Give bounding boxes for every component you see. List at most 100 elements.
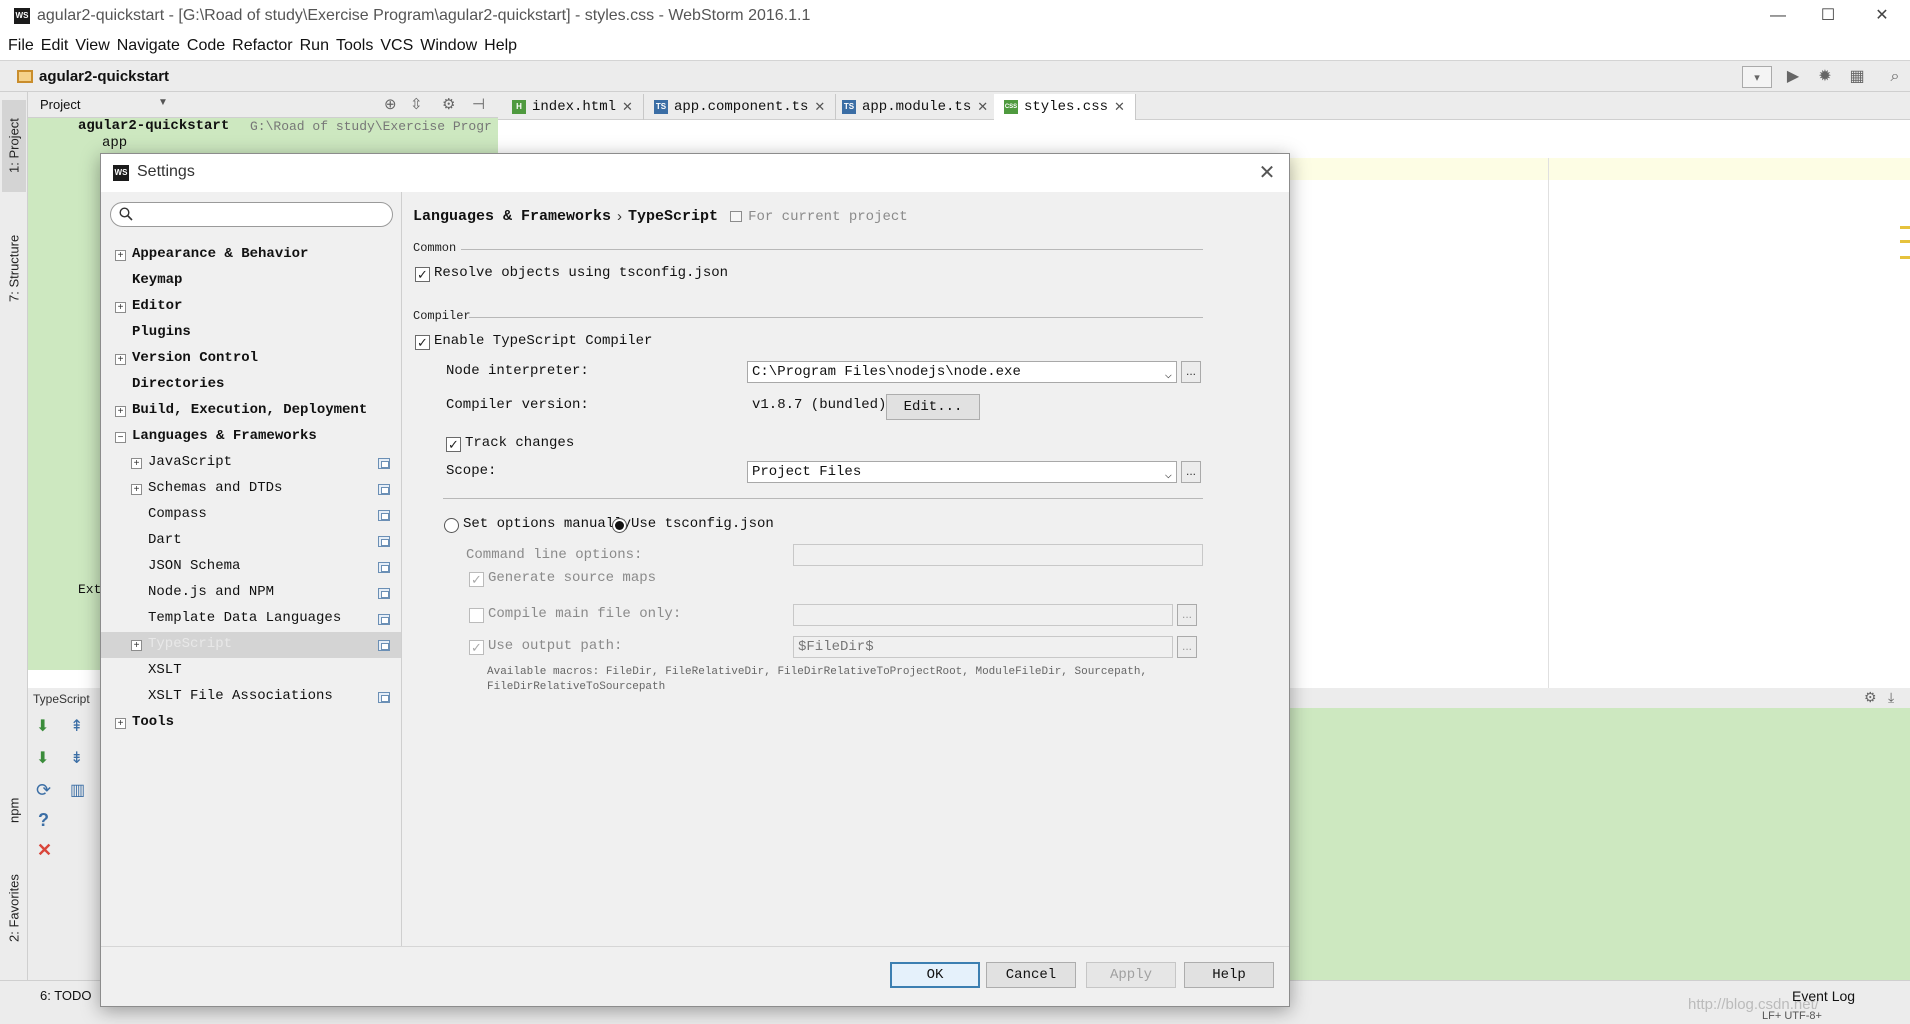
close-icon[interactable]: ✕: [1114, 95, 1125, 119]
hide-icon[interactable]: ⊣: [472, 95, 485, 113]
tree-expander-icon[interactable]: +: [115, 354, 126, 365]
line-separator-encoding[interactable]: LF+ UTF-8+: [1762, 1010, 1822, 1022]
debug-icon[interactable]: ✹: [1814, 66, 1836, 88]
settings-tree-item[interactable]: + TypeScript: [101, 632, 401, 658]
coverage-icon[interactable]: ▦: [1846, 66, 1868, 88]
menu-window[interactable]: Window: [420, 34, 484, 60]
settings-tree-item[interactable]: Node.js and NPM: [101, 580, 401, 606]
apply-button[interactable]: Apply: [1086, 962, 1176, 988]
tree-expander-icon[interactable]: +: [115, 718, 126, 729]
run-icon[interactable]: ▶: [1782, 66, 1804, 88]
search-everywhere-icon[interactable]: ⌕: [1884, 66, 1906, 88]
project-view-selector[interactable]: Project: [40, 97, 80, 112]
error-stripe-mark[interactable]: [1900, 240, 1910, 243]
settings-tree-item[interactable]: Plugins: [101, 320, 401, 346]
menu-vcs[interactable]: VCS: [380, 34, 420, 60]
settings-tree-item[interactable]: Directories: [101, 372, 401, 398]
command-line-input[interactable]: [793, 544, 1203, 566]
browse-scope-button[interactable]: ...: [1181, 461, 1201, 483]
use-tsconfig-radio[interactable]: [612, 518, 627, 533]
tree-expander-icon[interactable]: +: [131, 458, 142, 469]
collapse-icon[interactable]: ⇳: [410, 95, 423, 113]
resolve-tsconfig-checkbox[interactable]: ✓: [415, 267, 430, 282]
project-app-folder[interactable]: app: [102, 135, 127, 151]
use-output-path-checkbox[interactable]: ✓: [469, 640, 484, 655]
error-stripe-mark[interactable]: [1900, 226, 1910, 229]
todo-tool-tab[interactable]: 6: TODO: [40, 988, 92, 1003]
tree-expander-icon[interactable]: +: [115, 406, 126, 417]
tree-expander-icon[interactable]: +: [131, 640, 142, 651]
settings-tree-item[interactable]: + JavaScript: [101, 450, 401, 476]
ok-button[interactable]: OK: [890, 962, 980, 988]
close-window-button[interactable]: ✕: [1862, 4, 1902, 28]
tab-index-html[interactable]: H index.html ✕: [502, 94, 644, 120]
settings-tree-item[interactable]: + Version Control: [101, 346, 401, 372]
tree-expander-icon[interactable]: +: [131, 484, 142, 495]
settings-tree-item[interactable]: Compass: [101, 502, 401, 528]
tab-styles-css[interactable]: CSS styles.css ✕: [994, 94, 1136, 120]
tree-expander-icon[interactable]: +: [115, 302, 126, 313]
settings-tree-item[interactable]: + Tools: [101, 710, 401, 736]
settings-search-input[interactable]: [110, 202, 393, 227]
cancel-button[interactable]: Cancel: [986, 962, 1076, 988]
tab-app-module-ts[interactable]: TS app.module.ts ✕: [832, 94, 1000, 120]
expand-all-icon[interactable]: ⇞: [70, 716, 83, 736]
generate-source-maps-checkbox[interactable]: ✓: [469, 572, 484, 587]
maximize-button[interactable]: ☐: [1808, 4, 1848, 28]
help-icon[interactable]: ?: [38, 810, 49, 831]
settings-tree-item[interactable]: JSON Schema: [101, 554, 401, 580]
settings-tree-item[interactable]: + Appearance & Behavior: [101, 242, 401, 268]
settings-tree-item[interactable]: Dart: [101, 528, 401, 554]
enable-compiler-checkbox[interactable]: ✓: [415, 335, 430, 350]
help-button[interactable]: Help: [1184, 962, 1274, 988]
close-icon[interactable]: ✕: [622, 95, 633, 119]
settings-tree-item[interactable]: + Schemas and DTDs: [101, 476, 401, 502]
settings-tree-item[interactable]: + Build, Execution, Deployment: [101, 398, 401, 424]
close-icon[interactable]: ✕: [977, 95, 988, 119]
browse-output-path-button[interactable]: ...: [1177, 636, 1197, 658]
tab-app-component-ts[interactable]: TS app.component.ts ✕: [644, 94, 837, 120]
compile-all-icon[interactable]: ⬇: [36, 748, 49, 768]
gear-icon[interactable]: ⚙: [442, 95, 455, 113]
settings-tree-item[interactable]: Keymap: [101, 268, 401, 294]
gear-icon[interactable]: ⚙: [1864, 689, 1877, 706]
run-config-dropdown[interactable]: ▾: [1742, 66, 1772, 88]
compile-main-input[interactable]: [793, 604, 1173, 626]
npm-tool-tab[interactable]: npm: [2, 788, 26, 832]
tree-expander-icon[interactable]: +: [115, 250, 126, 261]
scope-combo[interactable]: Project Files ⌵: [747, 461, 1177, 483]
tree-expander-icon[interactable]: −: [115, 432, 126, 443]
project-tool-tab[interactable]: 1: Project: [2, 100, 26, 192]
event-log-tool-tab[interactable]: Event Log: [1792, 988, 1855, 1004]
settings-tree-item[interactable]: − Languages & Frameworks: [101, 424, 401, 450]
minimize-button[interactable]: —: [1758, 4, 1798, 28]
menu-file[interactable]: File: [8, 34, 41, 60]
structure-tool-tab[interactable]: 7: Structure: [2, 220, 26, 316]
menu-navigate[interactable]: Navigate: [117, 34, 187, 60]
locate-icon[interactable]: ⊕: [384, 95, 397, 113]
track-changes-checkbox[interactable]: ✓: [446, 437, 461, 452]
close-icon[interactable]: ✕: [814, 95, 825, 119]
collapse-all-icon[interactable]: ⇟: [70, 748, 83, 768]
refresh-icon[interactable]: ⟳: [36, 780, 51, 801]
node-interpreter-combo[interactable]: C:\Program Files\nodejs\node.exe ⌵: [747, 361, 1177, 383]
settings-tree-item[interactable]: XSLT File Associations: [101, 684, 401, 710]
compile-main-checkbox[interactable]: [469, 608, 484, 623]
nav-project-crumb[interactable]: agular2-quickstart: [39, 68, 169, 85]
error-stripe-mark[interactable]: [1900, 256, 1910, 259]
menu-tools[interactable]: Tools: [336, 34, 380, 60]
project-root-name[interactable]: agular2-quickstart: [78, 118, 229, 134]
trash-icon[interactable]: ▥: [70, 780, 85, 800]
menu-refactor[interactable]: Refactor: [232, 34, 299, 60]
settings-tree-item[interactable]: + Editor: [101, 294, 401, 320]
close-dialog-button[interactable]: ✕: [1253, 160, 1281, 186]
hide-panel-icon[interactable]: ⤓: [1888, 689, 1894, 706]
menu-help[interactable]: Help: [484, 34, 524, 60]
edit-compiler-button[interactable]: Edit...: [886, 394, 980, 420]
menu-view[interactable]: View: [75, 34, 116, 60]
menu-code[interactable]: Code: [187, 34, 232, 60]
output-path-input[interactable]: $FileDir$: [793, 636, 1173, 658]
close-icon[interactable]: ✕: [37, 840, 52, 861]
settings-tree-item[interactable]: Template Data Languages: [101, 606, 401, 632]
chevron-down-icon[interactable]: ▼: [158, 97, 168, 108]
